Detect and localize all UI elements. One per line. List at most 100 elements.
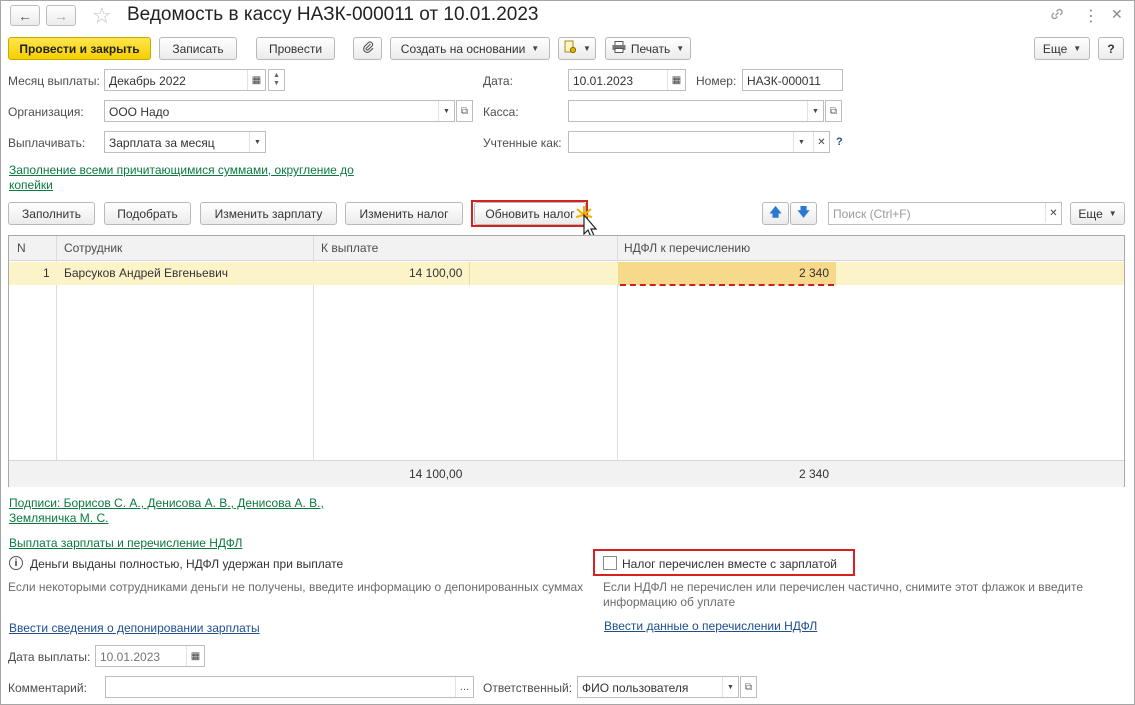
ellipsis-icon[interactable]: …: [455, 677, 473, 697]
save-label: Записать: [172, 41, 224, 56]
calendar-icon[interactable]: ▦: [247, 70, 265, 90]
open-icon: ⧉: [829, 105, 838, 117]
post-and-close-label: Провести и закрыть: [19, 41, 140, 56]
accounted-field[interactable]: ▼ ✕: [568, 131, 830, 153]
print-button[interactable]: Печать ▼: [605, 37, 691, 60]
document-actions-button[interactable]: ▼: [558, 37, 596, 60]
signatures-link-line2: Земляничка М. С.: [9, 511, 109, 525]
fill-all-link-line1: Заполнение всеми причитающимися суммами,…: [9, 163, 354, 177]
attach-button[interactable]: [353, 37, 382, 60]
payout-ndfl-link[interactable]: Выплата зарплаты и перечисление НДФЛ: [9, 536, 242, 551]
clear-icon[interactable]: ✕: [1045, 203, 1061, 223]
arrow-left-icon: ←: [18, 7, 32, 24]
column-header-employee[interactable]: Сотрудник: [64, 241, 122, 255]
ndfl-transfer-link[interactable]: Ввести данные о перечислении НДФЛ: [604, 619, 817, 634]
comment-field[interactable]: …: [105, 676, 474, 698]
accounted-help-icon[interactable]: ?: [836, 136, 843, 148]
organization-label: Организация:: [8, 105, 84, 119]
row-to-pay: 14 100,00: [409, 266, 463, 280]
column-header-n[interactable]: N: [17, 241, 26, 255]
search-input[interactable]: Поиск (Ctrl+F) ✕: [828, 202, 1062, 225]
paperclip-icon: [362, 40, 374, 57]
responsible-field[interactable]: ФИО пользователя ▼: [577, 676, 739, 698]
move-up-button[interactable]: 🡅: [762, 202, 789, 225]
dropdown-icon[interactable]: ▼: [438, 101, 454, 121]
month-spinner[interactable]: ▲ ▼: [268, 69, 285, 91]
favorite-star-icon[interactable]: ☆: [92, 3, 112, 29]
signatures-link[interactable]: Подписи: Борисов С. А., Денисова А. В., …: [9, 496, 324, 526]
fill-button[interactable]: Заполнить: [8, 202, 95, 225]
info-icon: i: [9, 556, 23, 570]
post-button[interactable]: Провести: [256, 37, 335, 60]
forward-button[interactable]: →: [46, 5, 76, 26]
signatures-link-line1: Подписи: Борисов С. А., Денисова А. В., …: [9, 496, 324, 510]
change-tax-label: Изменить налог: [359, 206, 449, 221]
column-header-to-pay[interactable]: К выплате: [321, 241, 378, 255]
row-number: 1: [43, 266, 50, 280]
calendar-icon[interactable]: ▦: [667, 70, 685, 90]
payout-hint-text: Если некоторыми сотрудниками деньги не п…: [8, 580, 584, 594]
save-button[interactable]: Записать: [159, 37, 237, 60]
spin-up-icon[interactable]: ▲: [273, 72, 280, 80]
dropdown-icon[interactable]: ▼: [722, 677, 738, 697]
date-field[interactable]: 10.01.2023 ▦: [568, 69, 686, 91]
update-tax-highlight: [471, 200, 588, 227]
change-salary-label: Изменить зарплату: [214, 206, 323, 221]
move-down-button[interactable]: 🡇: [790, 202, 817, 225]
date-value: 10.01.2023: [573, 74, 634, 88]
pay-date-label: Дата выплаты:: [8, 650, 91, 664]
tax-hint-text: Если НДФЛ не перечислен или перечислен ч…: [603, 580, 1083, 610]
comment-label: Комментарий:: [8, 681, 87, 695]
help-button[interactable]: ?: [1098, 37, 1124, 60]
tax-hint-line2: информацию об уплате: [603, 595, 736, 609]
spin-down-icon[interactable]: ▼: [273, 80, 280, 88]
column-header-ndfl[interactable]: НДФЛ к перечислению: [624, 241, 750, 255]
fill-all-link[interactable]: Заполнение всеми причитающимися суммами,…: [9, 163, 354, 193]
accounted-label: Учтенные как:: [483, 136, 562, 150]
payout-status-text: Деньги выданы полностью, НДФЛ удержан пр…: [30, 557, 344, 571]
pick-button[interactable]: Подобрать: [104, 202, 191, 225]
pay-date-field[interactable]: 10.01.2023 ▦: [95, 645, 205, 667]
total-ndfl: 2 340: [799, 467, 830, 481]
organization-field[interactable]: ООО Надо ▼: [104, 100, 455, 122]
month-field[interactable]: Декабрь 2022 ▦: [104, 69, 266, 91]
responsible-open-button[interactable]: ⧉: [740, 676, 757, 698]
row-employee: Барсуков Андрей Евгеньевич: [64, 266, 229, 280]
tax-paid-checkbox-label[interactable]: Налог перечислен вместе с зарплатой: [622, 557, 837, 571]
close-icon[interactable]: ✕: [1111, 6, 1123, 23]
table-header: N Сотрудник К выплате НДФЛ к перечислени…: [9, 236, 1124, 261]
deposit-info-link[interactable]: Ввести сведения о депонировании зарплаты: [9, 621, 260, 636]
post-and-close-button[interactable]: Провести и закрыть: [8, 37, 151, 60]
total-to-pay: 14 100,00: [409, 467, 463, 481]
arrow-up-icon: 🡅: [769, 205, 782, 219]
change-tax-button[interactable]: Изменить налог: [345, 202, 463, 225]
dropdown-icon[interactable]: ▼: [793, 132, 809, 152]
number-field[interactable]: НАЗК-000011: [742, 69, 843, 91]
create-based-on-button[interactable]: Создать на основании ▼: [390, 37, 550, 60]
more-vert-icon[interactable]: ⋮: [1083, 6, 1099, 26]
clear-icon[interactable]: ✕: [813, 132, 829, 152]
table-more-button[interactable]: Еще ▼: [1070, 202, 1125, 225]
calendar-icon[interactable]: ▦: [186, 646, 204, 666]
responsible-value: ФИО пользователя: [582, 681, 689, 695]
employees-table[interactable]: N Сотрудник К выплате НДФЛ к перечислени…: [8, 235, 1125, 487]
link-icon[interactable]: [1049, 6, 1065, 26]
organization-open-button[interactable]: ⧉: [456, 100, 473, 122]
change-salary-button[interactable]: Изменить зарплату: [200, 202, 337, 225]
fill-all-link-line2: копейки: [9, 178, 53, 192]
cash-field[interactable]: ▼: [568, 100, 824, 122]
month-value: Декабрь 2022: [109, 74, 186, 88]
chevron-down-icon: ▼: [531, 44, 540, 53]
cash-open-button[interactable]: ⧉: [825, 100, 842, 122]
table-more-label: Еще: [1078, 206, 1103, 221]
dropdown-icon[interactable]: ▼: [249, 132, 265, 152]
tax-paid-checkbox[interactable]: [603, 556, 617, 570]
number-label: Номер:: [696, 74, 737, 88]
more-button[interactable]: Еще ▼: [1034, 37, 1090, 60]
back-button[interactable]: ←: [10, 5, 40, 26]
tax-hint-line1: Если НДФЛ не перечислен или перечислен ч…: [603, 580, 1084, 594]
create-based-on-label: Создать на основании: [400, 41, 526, 56]
search-placeholder: Поиск (Ctrl+F): [833, 207, 911, 221]
pay-type-field[interactable]: Зарплата за месяц ▼: [104, 131, 266, 153]
dropdown-icon[interactable]: ▼: [807, 101, 823, 121]
